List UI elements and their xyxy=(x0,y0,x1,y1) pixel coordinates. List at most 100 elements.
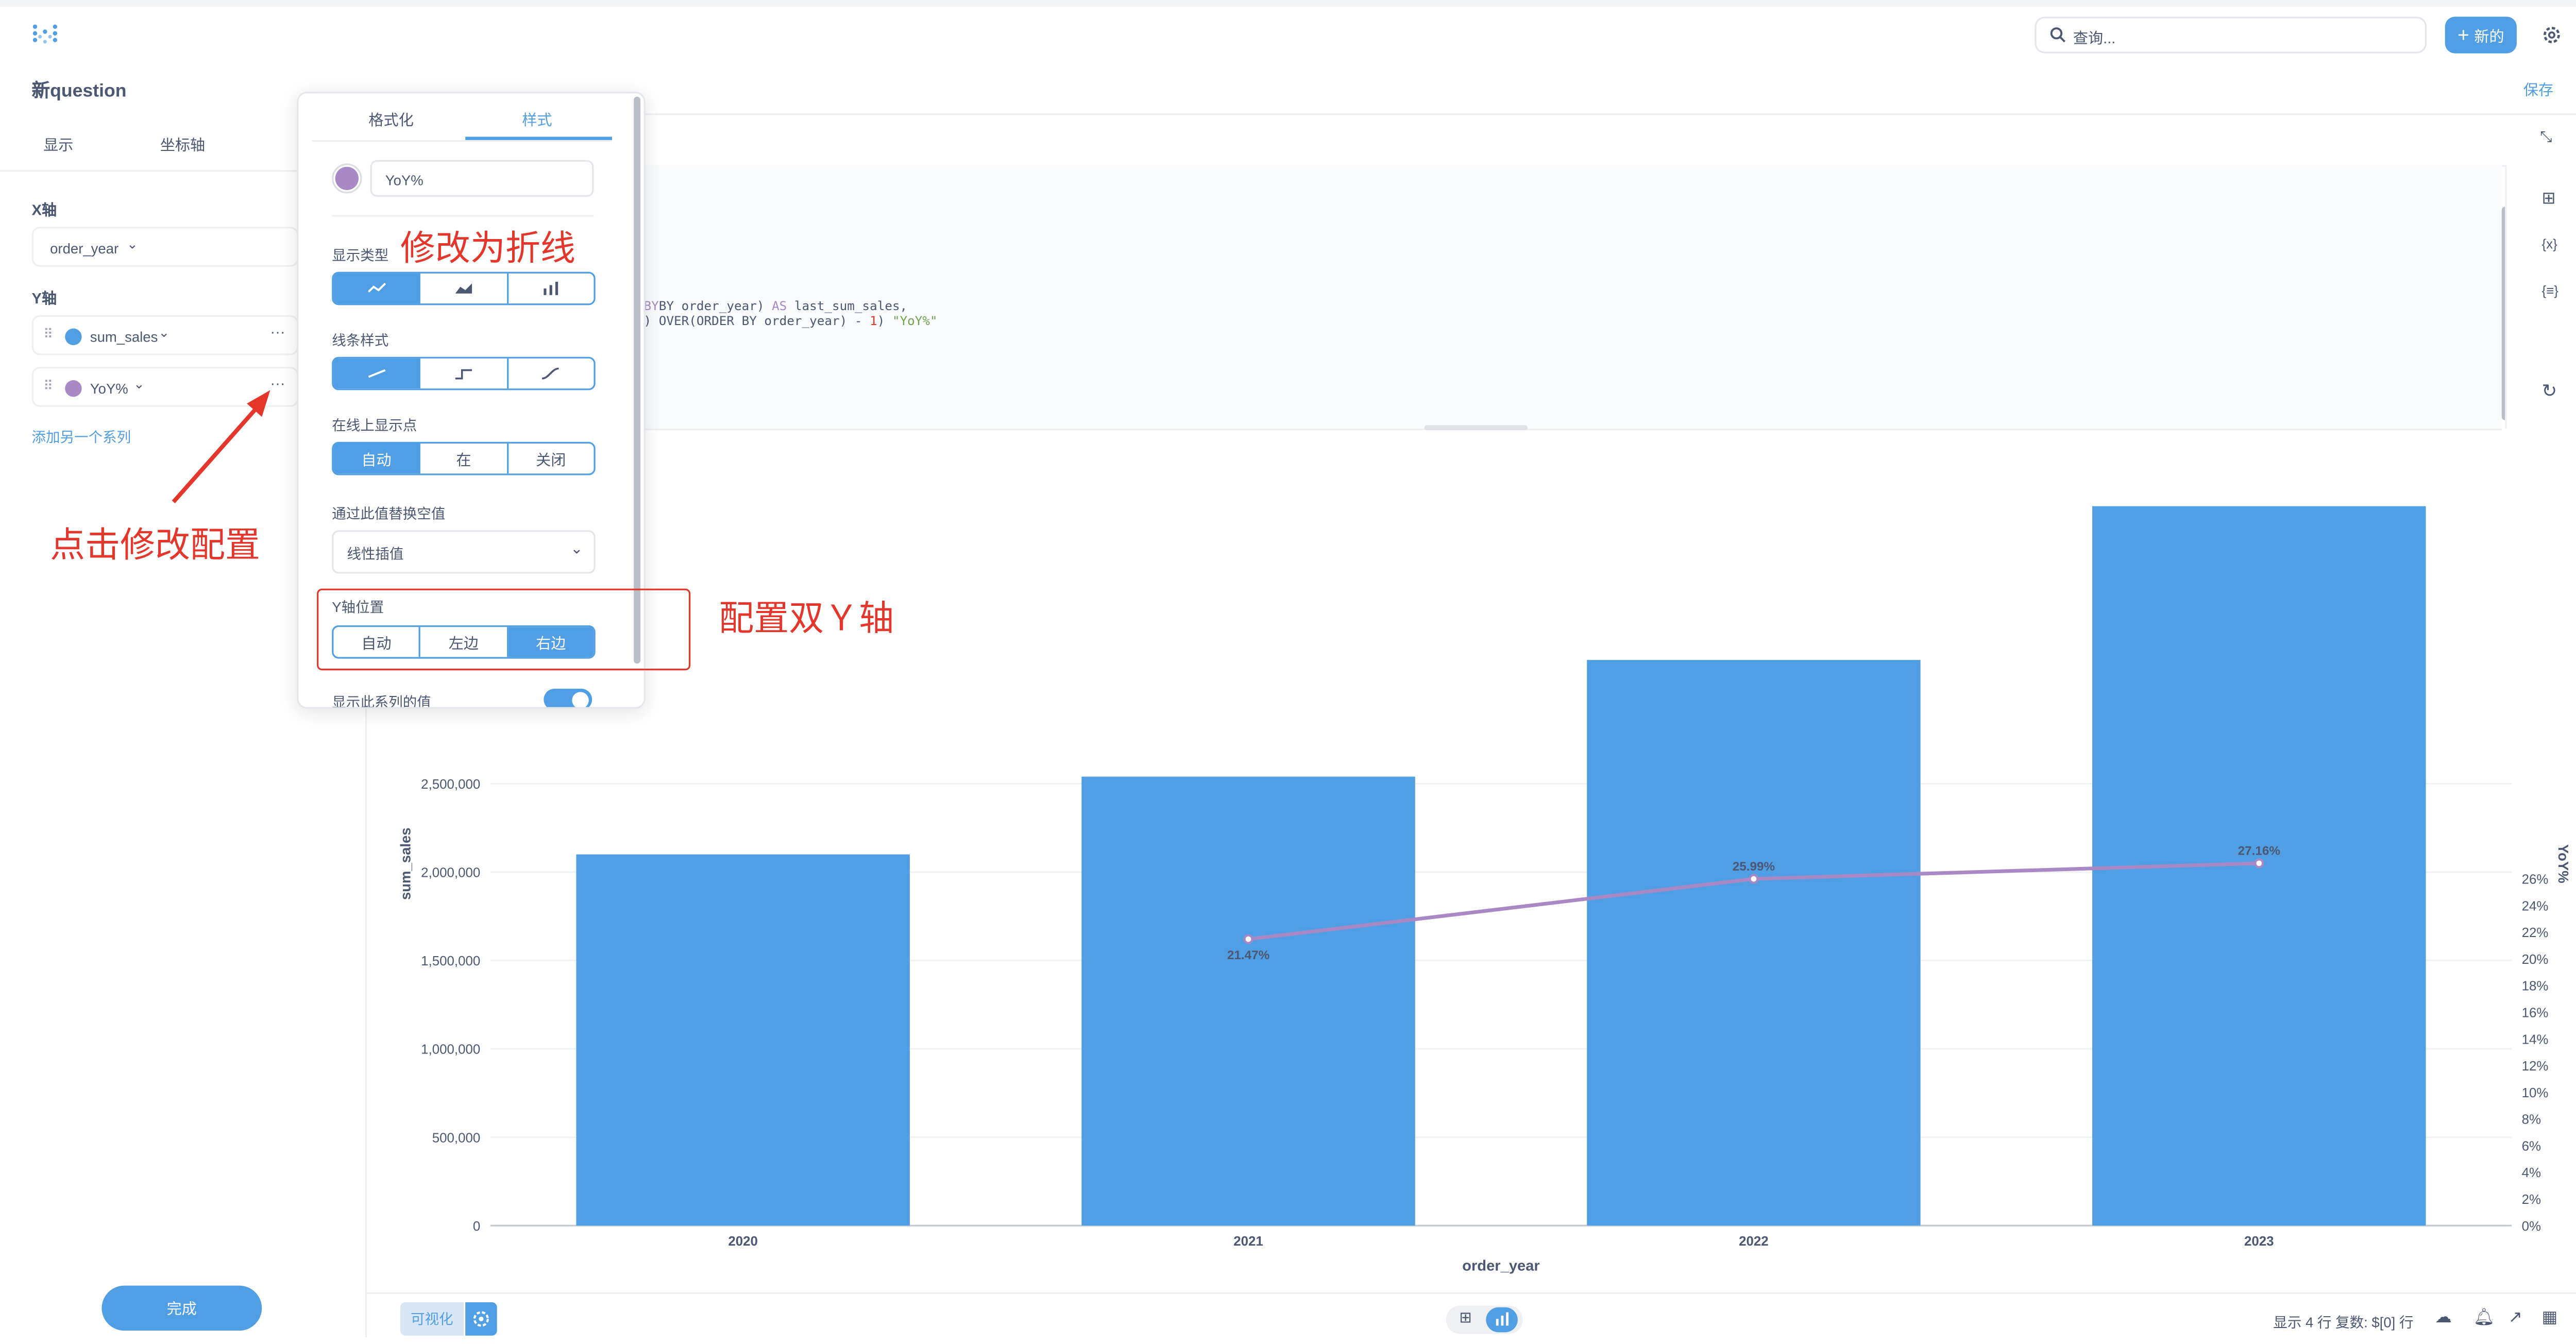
bar xyxy=(1081,776,1415,1226)
alert-bell-icon[interactable]: 🔔︎ xyxy=(2473,1309,2495,1328)
visualize-button[interactable]: 可视化 xyxy=(400,1302,464,1336)
metabase-logo-icon[interactable] xyxy=(32,23,59,46)
annotation-click-config: 点击修改配置 xyxy=(50,525,261,566)
new-button-label: 新的 xyxy=(2474,27,2504,44)
editor-resize-handle[interactable] xyxy=(1424,425,1528,431)
area-type-icon[interactable] xyxy=(421,273,509,304)
y2-tick-label: 4% xyxy=(2522,1166,2541,1180)
y-axis-label: Y轴 xyxy=(31,290,57,307)
share-icon[interactable]: ↗ xyxy=(2509,1309,2522,1328)
plus-icon: + xyxy=(2457,22,2469,46)
tab-axes[interactable]: 坐标轴 xyxy=(160,133,205,155)
popover-scrollbar[interactable] xyxy=(634,96,641,664)
chevron-down-icon: ⌄ xyxy=(127,236,138,252)
y2-tick-label: 2% xyxy=(2522,1193,2541,1207)
x-field-select[interactable]: order_year ⌄ xyxy=(31,227,299,267)
show-dots-label: 在线上显示点 xyxy=(332,417,417,434)
y2-tick-label: 16% xyxy=(2522,1006,2549,1020)
y2-tick-label: 0% xyxy=(2522,1219,2541,1234)
sql-editor[interactable]: BYBY order_year) AS last_sum_sales, ) OV… xyxy=(367,165,2502,431)
dots-on-option[interactable]: 在 xyxy=(421,444,509,474)
y2-tick-label: 14% xyxy=(2522,1032,2549,1047)
collapse-editor-icon[interactable]: ⤡ xyxy=(2540,128,2552,147)
section-divider xyxy=(332,215,594,217)
smooth-line-icon[interactable] xyxy=(508,359,594,388)
search-icon xyxy=(2050,27,2066,43)
more-options-icon[interactable]: ··· xyxy=(270,324,285,340)
y2-tick-label: 24% xyxy=(2522,899,2549,913)
download-icon[interactable]: ☁ xyxy=(2435,1309,2451,1328)
editor-toolbar: ⤡ xyxy=(367,115,2576,167)
new-button[interactable]: + 新的 xyxy=(2445,16,2517,54)
replace-missing-value: 线性插值 xyxy=(347,545,404,562)
show-values-label: 显示此系列的值 xyxy=(332,693,431,709)
series-color-picker[interactable] xyxy=(332,163,362,194)
drag-handle-icon[interactable]: ⠿ xyxy=(43,327,53,342)
bar xyxy=(1587,660,1921,1226)
y2-tick-label: 8% xyxy=(2522,1113,2541,1127)
line-point xyxy=(1749,874,1759,884)
y2-axis-title: YoY% xyxy=(2555,844,2571,883)
tab-style[interactable]: 样式 xyxy=(522,108,552,130)
x-axis-title: order_year xyxy=(1462,1258,1540,1274)
y-tick-label: 2,000,000 xyxy=(421,866,480,880)
data-label: 25.99% xyxy=(1733,860,1775,874)
y-series-sum-sales[interactable]: ⠿ sum_sales ⌄ ··· xyxy=(31,315,299,355)
snippets-icon[interactable]: {≡} xyxy=(2541,283,2558,298)
variables-icon[interactable]: {x} xyxy=(2541,237,2557,252)
y-tick-label: 1,500,000 xyxy=(421,954,480,968)
table-view-icon[interactable]: ⊞ xyxy=(1460,1309,1472,1328)
show-values-toggle[interactable] xyxy=(544,688,592,707)
step-line-icon[interactable] xyxy=(421,358,509,389)
x-tick-label: 2022 xyxy=(1739,1234,1769,1249)
view-toggle[interactable]: ⊞ xyxy=(1446,1305,1523,1334)
footer-divider xyxy=(367,1292,2576,1294)
display-type-toggle[interactable] xyxy=(332,271,596,305)
series-color-swatch[interactable] xyxy=(65,380,82,397)
y-tick-label: 1,000,000 xyxy=(421,1043,480,1057)
save-button[interactable]: 保存 xyxy=(2523,78,2553,100)
y2-tick-label: 12% xyxy=(2522,1059,2549,1074)
tab-format[interactable]: 格式化 xyxy=(368,108,413,130)
dots-auto-option[interactable]: 自动 xyxy=(333,444,421,474)
linear-line-icon[interactable] xyxy=(333,358,421,389)
done-button[interactable]: 完成 xyxy=(101,1285,262,1331)
annotation-highlight-box xyxy=(317,588,691,671)
y-axis-title: sum_sales xyxy=(397,827,413,900)
chevron-down-icon: ⌄ xyxy=(158,325,170,341)
dots-off-option[interactable]: 关闭 xyxy=(508,444,594,473)
chart-view-icon[interactable] xyxy=(1486,1307,1518,1333)
line-style-toggle[interactable] xyxy=(332,356,596,390)
x-tick-label: 2020 xyxy=(728,1234,758,1249)
viz-settings-gear-icon[interactable] xyxy=(465,1302,497,1336)
y2-tick-label: 10% xyxy=(2522,1086,2549,1100)
toggle-knob xyxy=(572,691,589,707)
tab-display[interactable]: 显示 xyxy=(43,133,73,155)
calendar-icon[interactable]: ▦ xyxy=(2541,1309,2557,1328)
line-style-label: 线条样式 xyxy=(332,332,389,349)
series-color-swatch[interactable] xyxy=(65,328,82,346)
refresh-icon[interactable]: ↻ xyxy=(2541,380,2557,402)
chevron-down-icon: ⌄ xyxy=(570,540,583,557)
line-type-icon[interactable] xyxy=(333,273,421,304)
x-axis-label: X轴 xyxy=(31,201,57,219)
y2-tick-label: 22% xyxy=(2522,926,2549,940)
replace-missing-select[interactable]: 线性插值 ⌄ xyxy=(332,530,596,574)
sql-line-1: BYBY order_year) AS last_sum_sales, xyxy=(643,298,908,314)
search-input[interactable]: 查询... xyxy=(2073,27,2116,48)
series-name: sum_sales xyxy=(90,328,158,346)
question-title[interactable]: 新question xyxy=(32,77,127,104)
drag-handle-icon[interactable]: ⠿ xyxy=(43,379,53,394)
book-icon[interactable]: ⊞ xyxy=(2541,190,2555,209)
replace-missing-label: 通过此值替换空值 xyxy=(332,505,446,522)
bar-type-icon[interactable] xyxy=(508,274,594,303)
annotation-change-to-line: 修改为折线 xyxy=(400,228,575,269)
chart[interactable]: 0 500,000 1,000,000 1,500,000 2,000,000 2,500… xyxy=(367,430,2576,1287)
show-dots-toggle[interactable]: 自动 在 关闭 xyxy=(332,441,596,475)
bar xyxy=(576,854,910,1226)
search-box[interactable]: 查询... xyxy=(2035,16,2427,54)
series-name-input[interactable]: YoY% xyxy=(370,160,594,197)
gear-icon[interactable] xyxy=(2541,25,2562,45)
add-series-link[interactable]: 添加另一个系列 xyxy=(32,427,131,447)
x-tick-label: 2023 xyxy=(2244,1234,2274,1249)
